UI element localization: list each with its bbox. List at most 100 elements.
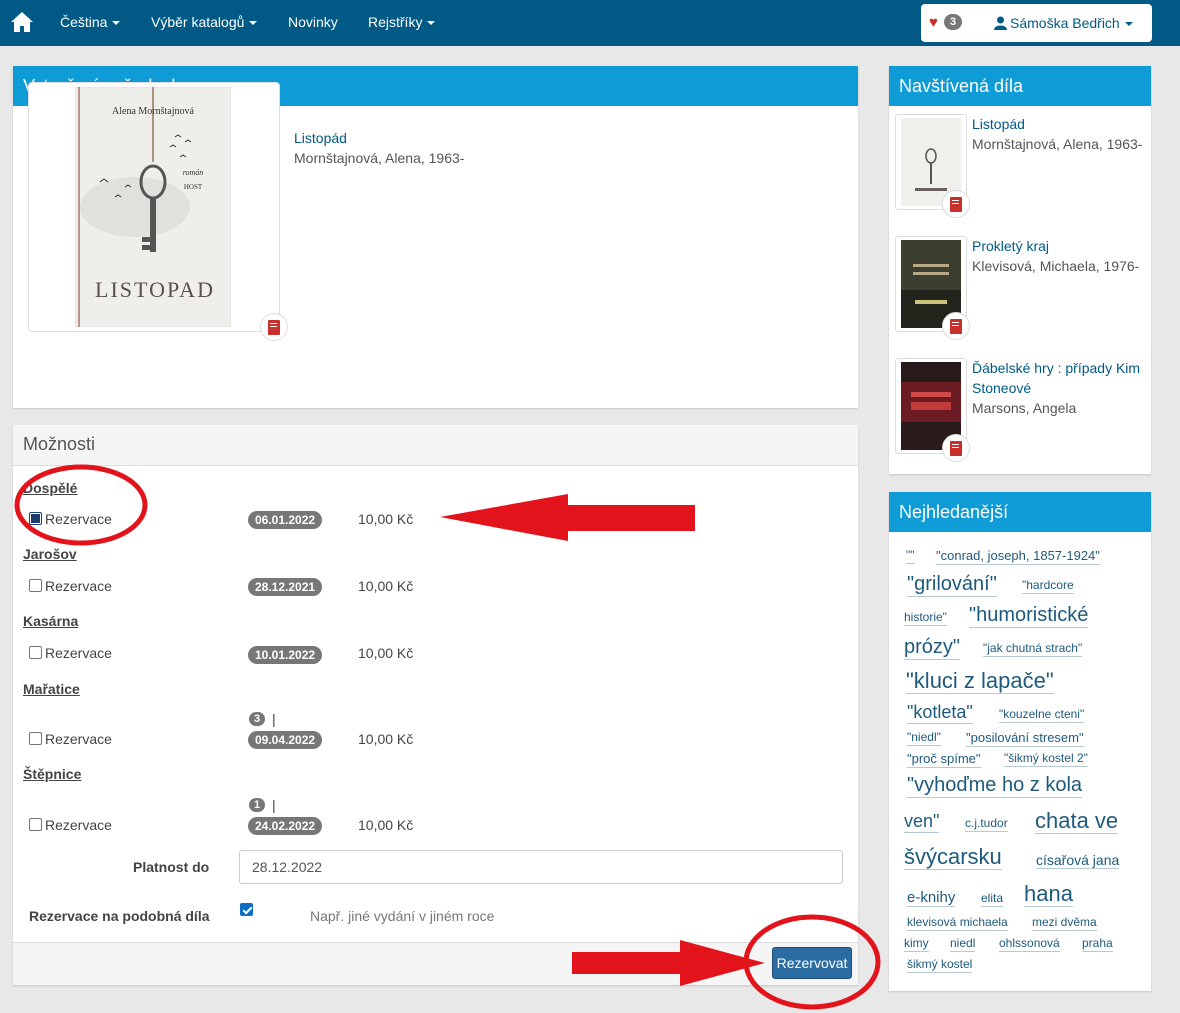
reserve-checkbox[interactable] bbox=[29, 579, 42, 592]
tag-link[interactable]: "kouzelne cteni" bbox=[999, 707, 1085, 723]
tag-link[interactable]: "proč spíme" bbox=[907, 751, 981, 768]
availability-date-badge: 09.04.2022 bbox=[248, 731, 323, 749]
tag-link[interactable]: chata ve bbox=[1035, 808, 1119, 835]
book-icon bbox=[942, 190, 970, 218]
cover-title-text: LISTOPAD bbox=[95, 277, 215, 302]
options-panel-title: Možnosti bbox=[13, 425, 858, 466]
popular-panel-title: Nejhledanější bbox=[889, 492, 1151, 532]
reserve-button[interactable]: Rezervovat bbox=[772, 947, 852, 979]
tag-link[interactable]: "niedl" bbox=[907, 730, 941, 746]
reserve-price: 10,00 Kč bbox=[358, 511, 414, 527]
tag-link[interactable]: císařová jana bbox=[1036, 852, 1120, 870]
tag-link[interactable]: "posilování stresem" bbox=[966, 730, 1084, 747]
similar-works-checkbox[interactable] bbox=[240, 903, 253, 916]
home-icon[interactable] bbox=[10, 11, 34, 33]
reserve-label: Rezervace bbox=[45, 645, 112, 661]
tag-link[interactable]: "vyhoďme ho z kola bbox=[907, 774, 1083, 798]
tag-link[interactable]: "" bbox=[906, 548, 915, 564]
reserve-checkbox[interactable] bbox=[29, 818, 42, 831]
reserve-checkbox[interactable] bbox=[29, 732, 42, 745]
request-panel: Vytvoření požadavku Alena Mornštajnová r… bbox=[13, 66, 858, 408]
book-title-link[interactable]: Listopád bbox=[294, 128, 464, 148]
visited-title-link[interactable]: Prokletý kraj bbox=[972, 236, 1150, 256]
validity-label: Platnost do bbox=[133, 859, 210, 875]
queue-count-badge: 3 bbox=[249, 712, 266, 726]
tag-link[interactable]: ven" bbox=[904, 811, 940, 833]
book-cover-frame[interactable]: Alena Mornštajnová román HOST LISTOPAD bbox=[28, 82, 288, 341]
tag-link[interactable]: švýcarsku bbox=[904, 844, 1002, 871]
tag-link[interactable]: "conrad, joseph, 1857-1924" bbox=[936, 548, 1100, 565]
visited-author-text: Marsons, Angela bbox=[972, 400, 1077, 416]
visited-panel-title: Navštívená díla bbox=[889, 66, 1151, 106]
tag-link[interactable]: šikmý kostel bbox=[907, 957, 973, 973]
availability-date-badge: 24.02.2022 bbox=[248, 817, 323, 835]
nav-language-menu[interactable]: Čeština bbox=[60, 14, 121, 30]
tag-link[interactable]: praha bbox=[1082, 936, 1113, 952]
tag-link[interactable]: "grilování" bbox=[907, 573, 997, 597]
favorites-count-badge[interactable]: 3 bbox=[944, 14, 963, 30]
visited-cover-thumb[interactable] bbox=[895, 358, 970, 462]
tag-link[interactable]: niedl bbox=[950, 936, 976, 952]
visited-cover-thumb[interactable] bbox=[895, 236, 970, 340]
tag-link[interactable]: e-knihy bbox=[907, 889, 956, 908]
tag-link[interactable]: klevisová michaela bbox=[907, 915, 1008, 931]
library-name: Mařatice bbox=[23, 681, 80, 697]
caret-down-icon bbox=[112, 21, 121, 26]
top-navbar: Čeština Výběr katalogů Novinky Rejstříky… bbox=[0, 0, 1180, 46]
book-icon bbox=[260, 313, 288, 341]
cover-publisher-text: HOST bbox=[184, 183, 203, 191]
tag-link[interactable]: historie" bbox=[904, 610, 947, 626]
visited-title-link[interactable]: Listopád bbox=[972, 114, 1150, 134]
reserve-label: Rezervace bbox=[45, 817, 112, 833]
visited-author-text: Mornštajnová, Alena, 1963- bbox=[972, 136, 1143, 152]
user-icon bbox=[994, 16, 1007, 30]
reserve-price: 10,00 Kč bbox=[358, 817, 414, 833]
book-cover-image[interactable]: Alena Mornštajnová román HOST LISTOPAD bbox=[75, 87, 231, 327]
options-panel: Možnosti Dospělé Rezervace 06.01.2022 10… bbox=[13, 425, 858, 985]
reserve-label: Rezervace bbox=[45, 731, 112, 747]
tag-link[interactable]: "šikmý kostel 2" bbox=[1004, 751, 1088, 767]
book-icon bbox=[942, 434, 970, 462]
reserve-checkbox[interactable] bbox=[29, 512, 42, 525]
tag-link[interactable]: elita bbox=[981, 891, 1004, 907]
nav-news-link[interactable]: Novinky bbox=[288, 14, 338, 30]
tag-link[interactable]: "humoristické bbox=[969, 604, 1089, 628]
library-name: Dospělé bbox=[23, 480, 78, 496]
book-author-text: Mornštajnová, Alena, 1963- bbox=[294, 150, 465, 166]
visited-author-text: Klevisová, Michaela, 1976- bbox=[972, 258, 1140, 274]
caret-down-icon bbox=[1124, 22, 1133, 27]
visited-title-link[interactable]: Ďábelské hry : případy Kim Stoneové bbox=[972, 358, 1150, 398]
similar-works-label: Rezervace na podobná díla bbox=[29, 908, 210, 924]
queue-count-badge: 1 bbox=[249, 798, 266, 812]
validity-date-input[interactable]: 28.12.2022 bbox=[239, 850, 843, 884]
tag-link[interactable]: kimy bbox=[904, 936, 929, 952]
book-icon bbox=[942, 312, 970, 340]
options-footer bbox=[13, 942, 858, 985]
reserve-label: Rezervace bbox=[45, 511, 112, 527]
reserve-checkbox[interactable] bbox=[29, 646, 42, 659]
nav-catalog-menu[interactable]: Výběr katalogů bbox=[151, 14, 258, 30]
tag-link[interactable]: ohlssonová bbox=[999, 936, 1060, 952]
reserve-price: 10,00 Kč bbox=[358, 578, 414, 594]
tag-link[interactable]: c.j.tudor bbox=[965, 816, 1008, 832]
availability-date-badge: 10.01.2022 bbox=[248, 646, 323, 664]
visited-cover-thumb[interactable] bbox=[895, 114, 970, 218]
nav-indexes-menu[interactable]: Rejstříky bbox=[368, 14, 436, 30]
tag-link[interactable]: "hardcore bbox=[1022, 578, 1074, 594]
tag-link[interactable]: mezi dvěma bbox=[1032, 915, 1097, 931]
user-menu[interactable]: Sámoška Bedřich bbox=[994, 15, 1133, 31]
user-box: ♥ 3 Sámoška Bedřich bbox=[921, 4, 1152, 42]
caret-down-icon bbox=[249, 21, 258, 26]
visited-panel: Navštívená díla Listopád Mornštajnová, A… bbox=[889, 66, 1151, 474]
cover-author-text: Alena Mornštajnová bbox=[112, 106, 194, 117]
tag-link[interactable]: "kluci z lapače" bbox=[906, 668, 1054, 695]
heart-icon[interactable]: ♥ bbox=[929, 14, 938, 31]
tag-link[interactable]: "kotleta" bbox=[907, 702, 973, 724]
library-name: Jarošov bbox=[23, 546, 77, 562]
tag-link[interactable]: "jak chutná strach" bbox=[983, 641, 1083, 657]
cover-genre-text: román bbox=[183, 168, 204, 177]
tag-link[interactable]: hana bbox=[1024, 881, 1073, 908]
similar-works-hint: Např. jiné vydání v jiném roce bbox=[310, 908, 495, 924]
queue-separator: | bbox=[272, 711, 276, 727]
tag-link[interactable]: prózy" bbox=[904, 636, 961, 660]
